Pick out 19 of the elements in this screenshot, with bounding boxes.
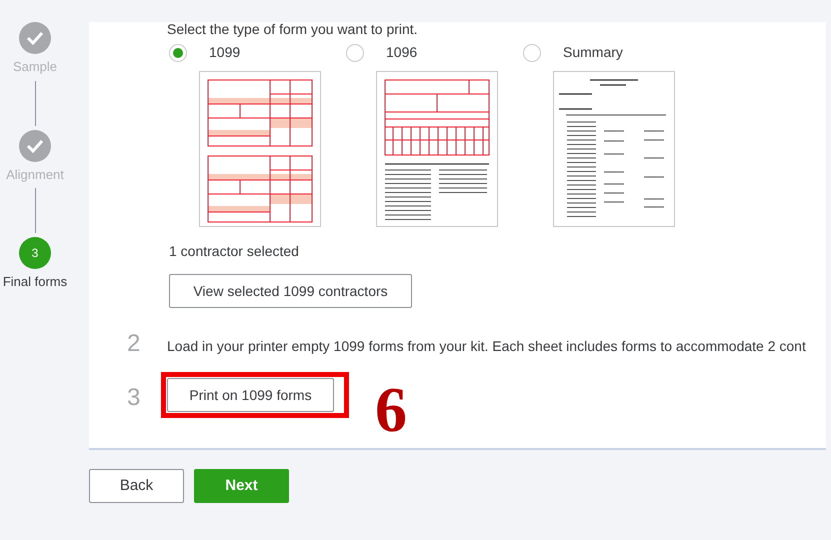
- selection-note: 1 contractor selected: [169, 242, 300, 261]
- option-label: 1099: [209, 43, 240, 62]
- option-label: 1096: [386, 43, 418, 62]
- radio-button[interactable]: [346, 44, 364, 62]
- annotation-number: 6: [375, 378, 407, 442]
- print-forms-button[interactable]: Print on 1099 forms: [167, 378, 334, 412]
- step-label: Final forms: [2, 273, 68, 291]
- step-number: 3: [18, 237, 51, 269]
- instruction-text: Load in your printer empty 1099 forms from your kit. Each sheet includes forms to accommodate 2 cont: [167, 337, 806, 356]
- view-contractors-button[interactable]: View selected 1099 contractors: [169, 274, 412, 308]
- instruction-text: Select the type of form you want to print.: [167, 22, 418, 36]
- radio-button[interactable]: [523, 44, 541, 62]
- step-label: Alignment: [6, 166, 64, 184]
- radio-button[interactable]: [169, 44, 187, 62]
- back-button[interactable]: Back: [89, 469, 184, 503]
- step-number: 3: [127, 383, 142, 413]
- step-label: Sample: [12, 58, 58, 76]
- step-number: 2: [127, 329, 142, 359]
- option-label: Summary: [563, 43, 623, 62]
